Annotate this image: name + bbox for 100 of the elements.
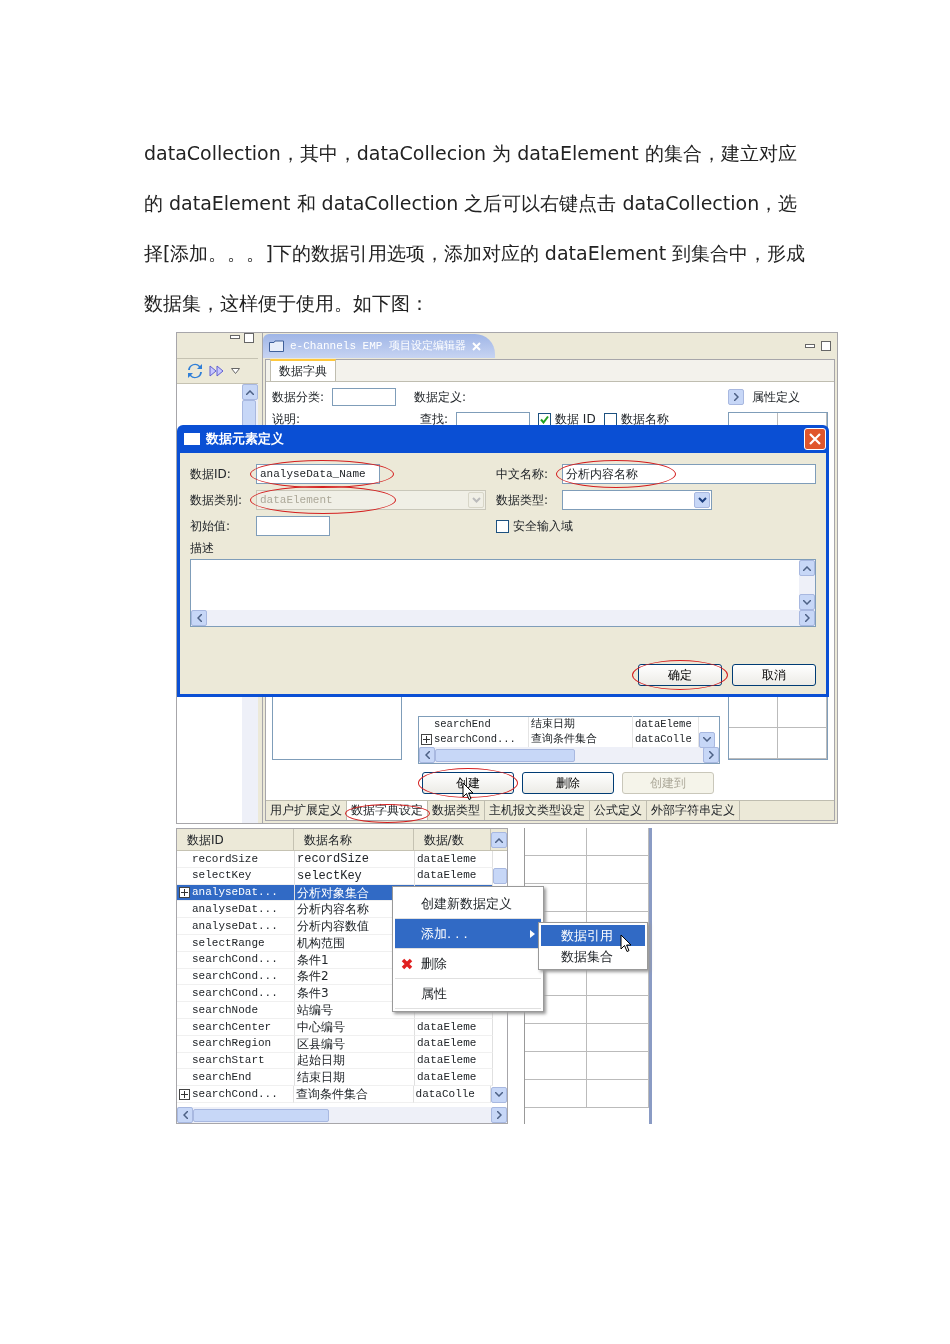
field-label: 数据类别:	[190, 492, 244, 509]
check-icon	[540, 414, 550, 424]
window-icon	[184, 433, 200, 445]
checkbox[interactable]	[496, 519, 509, 533]
scrollbar-thumb[interactable]	[435, 748, 575, 762]
chevron-icon	[471, 497, 481, 503]
table-cell-text: selectKey	[297, 867, 362, 884]
scroll-right-button[interactable]	[799, 610, 815, 626]
scroll-up-button[interactable]	[799, 560, 815, 576]
scroll-down-button[interactable]	[491, 1086, 507, 1103]
table-cell-text: analyseDat...	[192, 918, 278, 934]
table-cell-text: dataColle	[415, 1086, 475, 1102]
table-cell-text: dataEleme	[417, 1053, 477, 1069]
close-button[interactable]	[804, 428, 826, 450]
table-cell-text: searchCond...	[192, 1086, 278, 1102]
table-cell-text: searchRegion	[192, 1036, 272, 1052]
table-row[interactable]: searchCenter 中心编号 dataEleme	[177, 1018, 507, 1036]
search-field[interactable]	[456, 412, 531, 426]
submenu-arrow-icon	[530, 929, 535, 938]
scroll-down-button[interactable]	[699, 731, 715, 748]
category-field[interactable]	[332, 388, 397, 406]
table-cell-text: dataEleme	[417, 1036, 477, 1052]
table-cell-text: 条件3	[297, 985, 329, 1002]
scroll-right-button[interactable]	[703, 747, 719, 763]
scroll-left-button[interactable]	[191, 610, 207, 626]
table-cell-text: selectRange	[192, 935, 265, 951]
tab[interactable]: 公式定义	[590, 801, 647, 820]
delete-icon	[401, 957, 413, 970]
dialog-button[interactable]: 确定	[638, 664, 722, 686]
text-area[interactable]	[190, 559, 816, 627]
tab[interactable]: 数据类型	[428, 801, 485, 820]
input-field[interactable]: analyseData_Name	[256, 464, 380, 484]
expand-icon[interactable]	[421, 734, 432, 745]
table-row[interactable]: searchEnd 结束日期 dataEleme	[419, 717, 719, 732]
scrollbar-thumb[interactable]	[493, 868, 507, 885]
table-cell-text: 分析内容数值	[297, 918, 369, 934]
field-label: 数据分类:	[272, 389, 325, 406]
column-header[interactable]: 数据ID	[177, 829, 295, 850]
action-button[interactable]: 删除	[522, 772, 614, 794]
table-cell-text: searchNode	[192, 1002, 258, 1018]
table-cell-text: searchCenter	[192, 1019, 272, 1035]
scroll-left-button[interactable]	[177, 1107, 193, 1123]
scroll-down-button[interactable]	[799, 594, 815, 610]
checkbox[interactable]	[538, 412, 552, 426]
table-cell-text: selectKey	[192, 868, 252, 884]
column-header[interactable]: 数据名称	[294, 829, 414, 850]
input-field[interactable]	[256, 516, 330, 536]
menu-item[interactable]: 属性	[395, 979, 541, 1009]
table-row[interactable]: searchCond... 查询条件集合 dataColle	[177, 1086, 507, 1103]
expand-icon[interactable]	[179, 1088, 190, 1100]
table-cell: 结束日期	[529, 716, 633, 733]
cursor-icon	[620, 934, 632, 953]
tab[interactable]: 数据字典	[270, 359, 336, 381]
table-cell: dataEleme	[633, 716, 699, 733]
tab[interactable]: 数据字典设定	[347, 801, 428, 820]
scroll-right-button[interactable]	[491, 1107, 507, 1123]
scroll-up-button[interactable]	[491, 832, 507, 848]
table-row[interactable]: searchStart 起始日期 dataEleme	[177, 1052, 507, 1070]
table-cell-text: searchCond...	[192, 952, 278, 968]
tab[interactable]: 外部字符串定义	[647, 801, 740, 820]
table-cell-text: analyseDat...	[192, 885, 278, 901]
checkbox-label: 数据名称	[620, 411, 669, 428]
table-cell-text: recordSize	[297, 851, 369, 867]
field-label: 初始值:	[190, 518, 232, 535]
refresh-icon	[187, 363, 203, 379]
table-cell-text: searchCond...	[434, 731, 516, 747]
close-icon	[472, 341, 482, 351]
panel-title: 属性定义	[752, 389, 800, 406]
plus-icon	[181, 1090, 188, 1098]
expand-icon[interactable]	[179, 887, 190, 898]
menu-item[interactable]: 数据引用	[541, 925, 645, 946]
scrollbar-thumb[interactable]	[193, 1108, 329, 1122]
scroll-up-button[interactable]	[242, 384, 258, 400]
table-cell-text: 起始日期	[297, 1052, 345, 1069]
tab[interactable]: 主机报文类型设定	[485, 801, 590, 820]
scroll-left-button[interactable]	[419, 747, 435, 763]
table-cell-text: 分析对象集合	[297, 884, 369, 901]
input-field[interactable]: 分析内容名称	[562, 464, 816, 484]
table-cell-text: dataEleme	[417, 1019, 477, 1035]
table-cell-text: searchEnd	[434, 716, 491, 732]
table-cell-text: 区县编号	[297, 1035, 345, 1052]
table-cell-text: 结束日期	[297, 1069, 345, 1086]
checkbox[interactable]	[603, 412, 617, 426]
menu-item[interactable]: 添加. . .	[395, 919, 541, 949]
table-row[interactable]: recordSize recordSize dataEleme	[177, 851, 507, 868]
menu-item[interactable]: 数据集合	[541, 946, 645, 967]
dropdown-field[interactable]	[562, 490, 712, 510]
editor-title: e-Channels EMP 项目设定编辑器	[290, 338, 467, 354]
table-cell-text: searchStart	[192, 1053, 265, 1069]
table-row[interactable]: searchEnd 结束日期 dataEleme	[177, 1069, 507, 1087]
body-paragraph: dataCollection，其中，dataCollecion 为 dataElement 的集合，建立对应的 dataElement 和 dataCollection 之后可以右键点击 dataCollection，选择[添加。。。]下的数据引用选项，添加对应的 dataElement 到集合中，形成数据集，这样便于使用。如下图：	[144, 141, 807, 316]
forward-icon	[209, 365, 225, 377]
table-row[interactable]: searchRegion 区县编号 dataEleme	[177, 1035, 507, 1053]
table-row[interactable]: selectKey selectKey dataEleme	[177, 867, 507, 885]
field-label: 描述	[190, 540, 215, 557]
table-cell-text: analyseDat...	[192, 902, 278, 918]
table-cell-text: recordSize	[192, 851, 258, 867]
expand-button[interactable]	[728, 389, 744, 405]
dialog-button[interactable]: 取消	[732, 664, 816, 686]
plus-icon	[423, 736, 430, 743]
